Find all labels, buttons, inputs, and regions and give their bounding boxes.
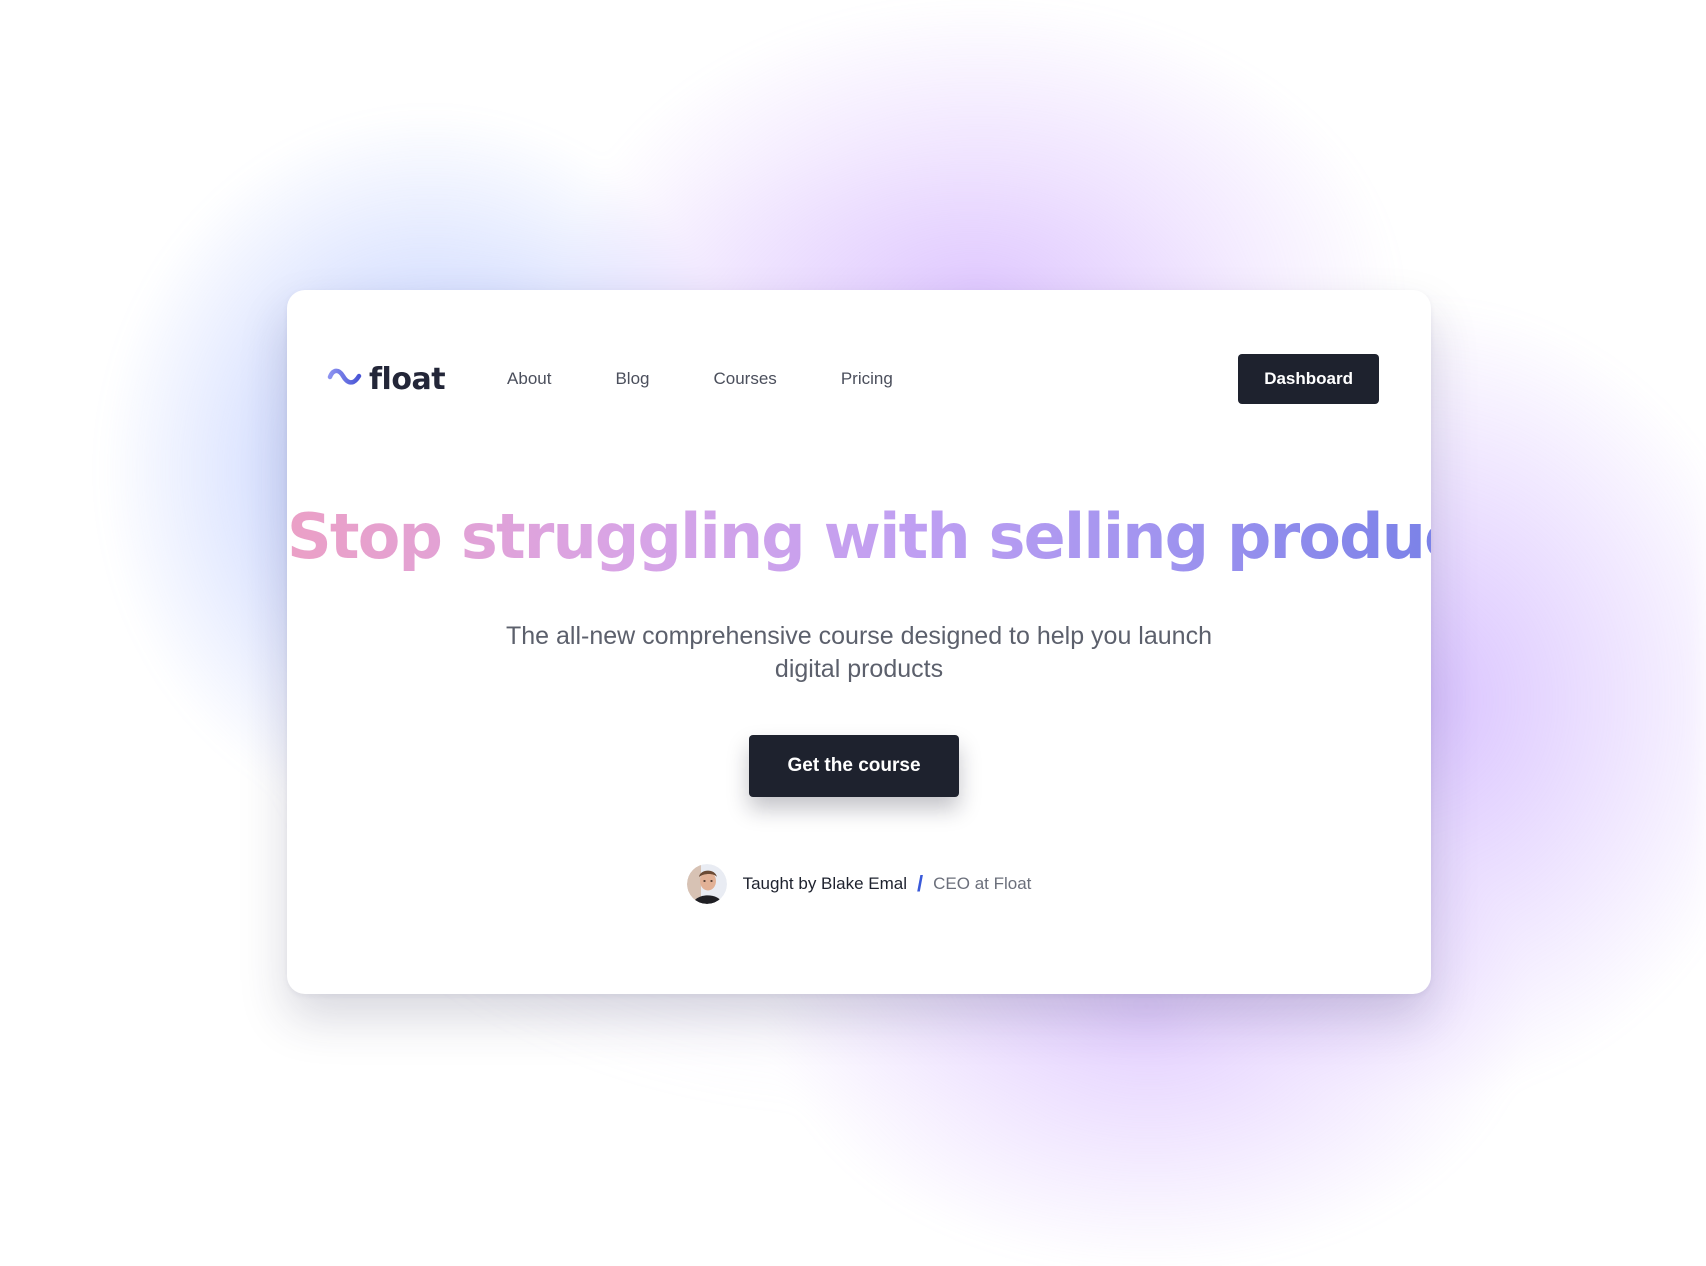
nav-link-pricing[interactable]: Pricing <box>841 369 893 389</box>
brand-name: float <box>369 361 446 397</box>
dashboard-button[interactable]: Dashboard <box>1238 354 1379 404</box>
author-credit: Taught by Blake Emal / CEO at Float <box>287 864 1431 904</box>
landing-card: float About Blog Courses Pricing Dashboa… <box>287 290 1546 994</box>
wave-logo-icon <box>327 368 362 385</box>
nav-link-about[interactable]: About <box>507 369 551 389</box>
top-nav: float About Blog Courses Pricing Dashboa… <box>327 354 1379 404</box>
author-name: Taught by Blake Emal <box>742 874 908 893</box>
hero-subtitle: The all-new comprehensive course designe… <box>506 622 1212 683</box>
author-avatar <box>686 864 727 904</box>
get-course-button[interactable]: Get the course <box>749 735 959 797</box>
hero-headline: Stop struggling with selling products. <box>287 500 1546 573</box>
brand-logo[interactable]: float <box>327 361 446 397</box>
nav-links: About Blog Courses Pricing <box>507 369 957 389</box>
nav-link-courses[interactable]: Courses <box>714 369 777 389</box>
nav-link-blog[interactable]: Blog <box>615 369 649 389</box>
author-separator: / <box>917 871 924 896</box>
author-role: CEO at Float <box>933 874 1032 893</box>
